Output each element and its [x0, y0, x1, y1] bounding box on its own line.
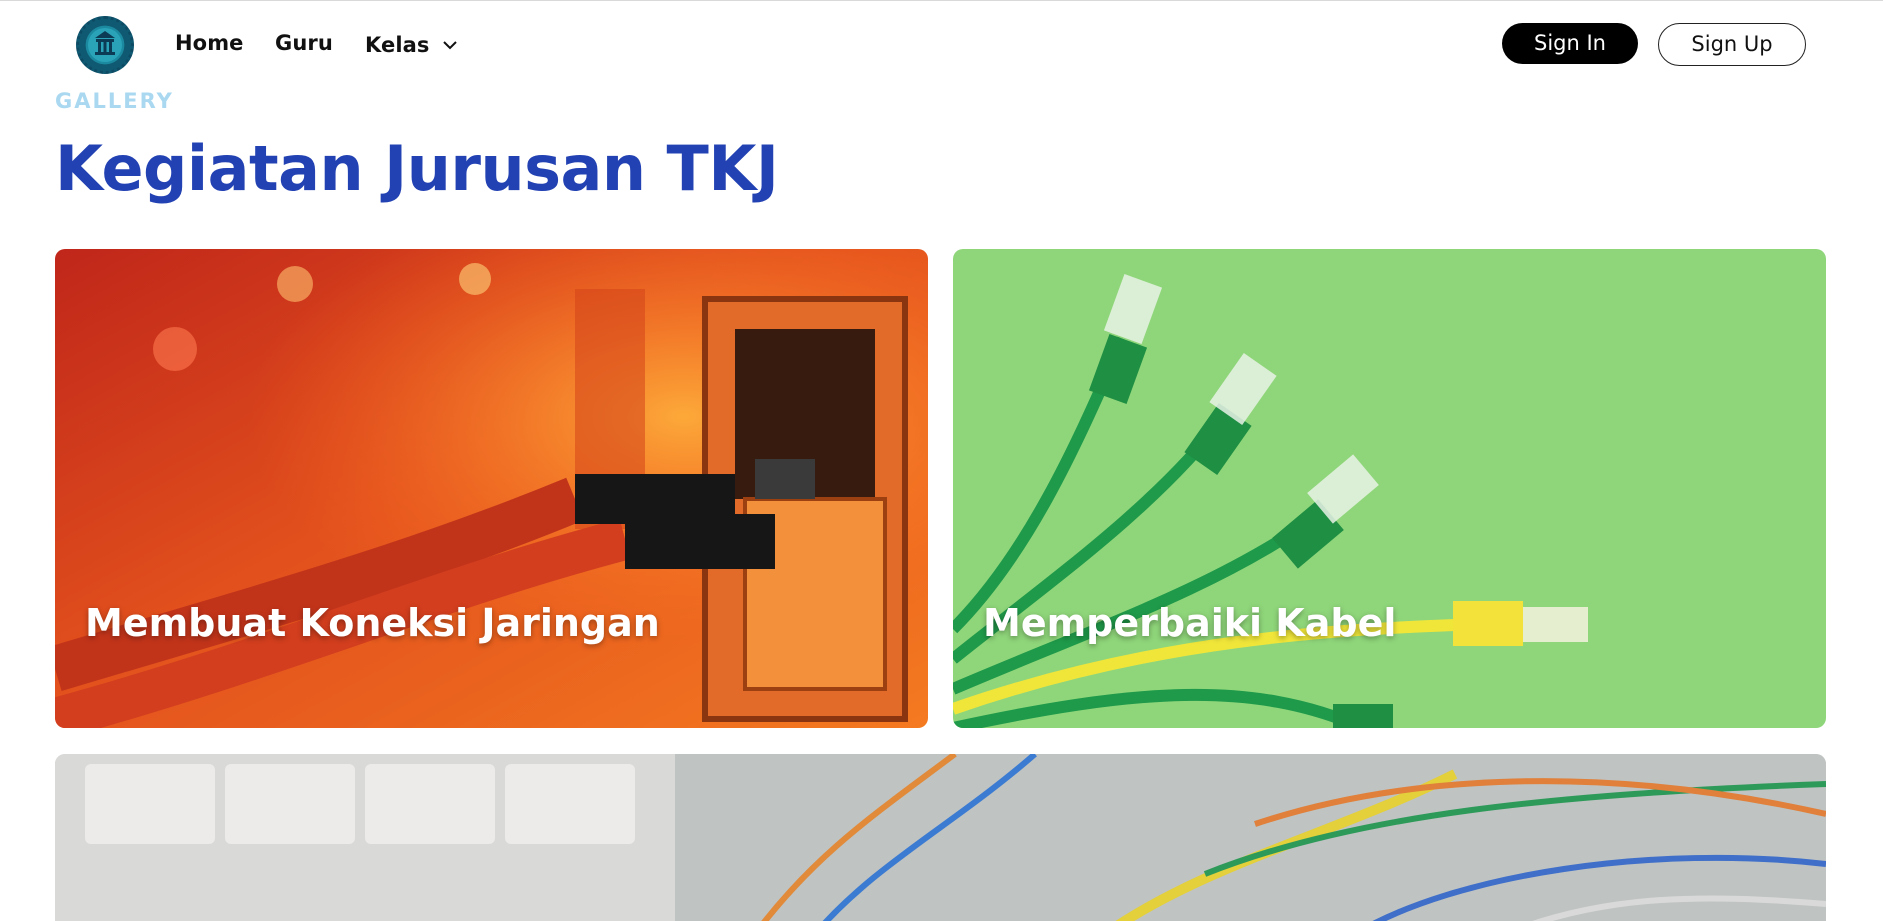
- navbar: Home Guru Kelas Sign In Sign Up: [0, 0, 1883, 90]
- card-caption: Memperbaiki Kabel: [983, 601, 1397, 645]
- nav-kelas-label: Kelas: [365, 33, 430, 57]
- school-emblem-icon[interactable]: [76, 16, 134, 74]
- gallery-card-memperbaiki-kabel[interactable]: Memperbaiki Kabel: [953, 249, 1826, 728]
- chevron-down-icon: [443, 31, 457, 55]
- server-rack-wires-photo: [55, 754, 1826, 921]
- gallery-card-koneksi-jaringan[interactable]: Membuat Koneksi Jaringan: [55, 249, 928, 728]
- section-eyebrow: GALLERY: [55, 89, 174, 113]
- page-title: Kegiatan Jurusan TKJ: [55, 132, 779, 205]
- card-caption: Membuat Koneksi Jaringan: [85, 601, 660, 645]
- gallery-card-server-wires[interactable]: [55, 754, 1826, 921]
- nav-kelas-dropdown[interactable]: Kelas: [365, 31, 457, 57]
- nav-home[interactable]: Home: [175, 31, 244, 55]
- sign-in-button[interactable]: Sign In: [1502, 23, 1638, 64]
- sign-up-button[interactable]: Sign Up: [1658, 23, 1806, 66]
- orange-network-cables-photo: [55, 249, 928, 728]
- nav-guru[interactable]: Guru: [275, 31, 333, 55]
- green-yellow-ethernet-cables-photo: [953, 249, 1826, 728]
